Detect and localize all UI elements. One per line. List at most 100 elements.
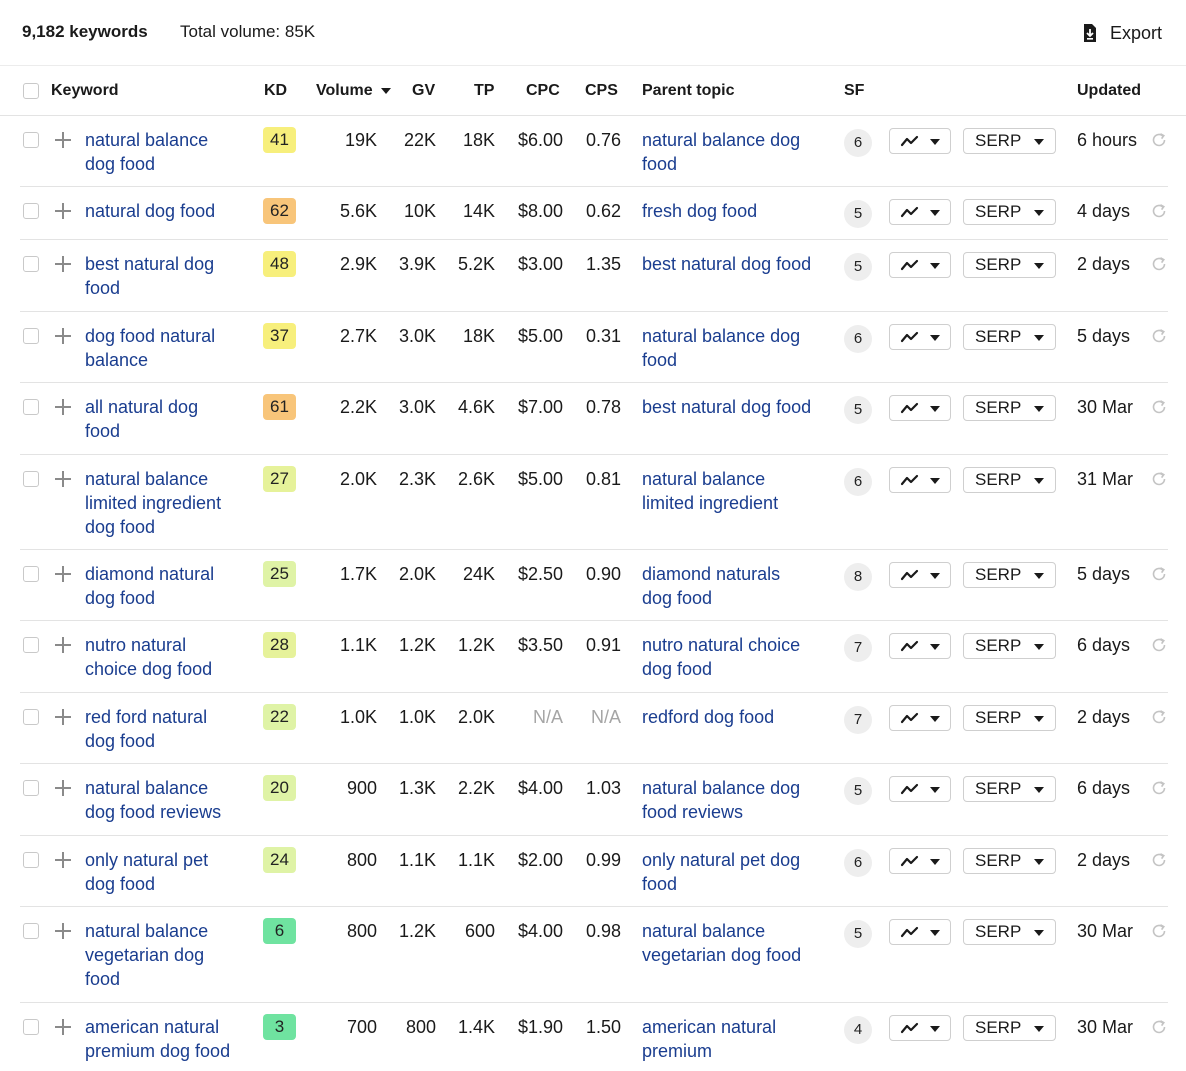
add-to-list-icon[interactable] <box>55 709 71 725</box>
serp-dropdown[interactable]: SERP <box>963 467 1056 493</box>
trend-chart-dropdown[interactable] <box>889 848 951 874</box>
trend-chart-dropdown[interactable] <box>889 395 951 421</box>
keyword-link[interactable]: natural dog food <box>85 199 255 223</box>
parent-topic-link[interactable]: best natural dog food <box>642 252 832 276</box>
refresh-icon[interactable] <box>1151 923 1167 939</box>
serp-dropdown[interactable]: SERP <box>963 1015 1056 1041</box>
add-to-list-icon[interactable] <box>55 566 71 582</box>
row-checkbox[interactable] <box>23 203 39 219</box>
header-updated[interactable]: Updated <box>1077 82 1141 100</box>
row-checkbox[interactable] <box>23 923 39 939</box>
keyword-link[interactable]: nutro natural choice dog food <box>85 633 255 681</box>
serp-features-count[interactable]: 6 <box>844 129 872 157</box>
serp-features-count[interactable]: 6 <box>844 849 872 877</box>
serp-features-count[interactable]: 5 <box>844 920 872 948</box>
header-volume[interactable]: Volume <box>316 82 392 100</box>
refresh-icon[interactable] <box>1151 328 1167 344</box>
row-checkbox[interactable] <box>23 256 39 272</box>
trend-chart-dropdown[interactable] <box>889 128 951 154</box>
add-to-list-icon[interactable] <box>55 399 71 415</box>
serp-dropdown[interactable]: SERP <box>963 395 1056 421</box>
parent-topic-link[interactable]: natural balance limited ingredient <box>642 467 832 515</box>
refresh-icon[interactable] <box>1151 256 1167 272</box>
keyword-link[interactable]: only natural pet dog food <box>85 848 255 896</box>
header-cpc[interactable]: CPC <box>526 82 560 100</box>
serp-dropdown[interactable]: SERP <box>963 919 1056 945</box>
row-checkbox[interactable] <box>23 471 39 487</box>
row-checkbox[interactable] <box>23 780 39 796</box>
serp-dropdown[interactable]: SERP <box>963 324 1056 350</box>
add-to-list-icon[interactable] <box>55 132 71 148</box>
header-keyword[interactable]: Keyword <box>51 82 119 100</box>
trend-chart-dropdown[interactable] <box>889 1015 951 1041</box>
parent-topic-link[interactable]: natural balance dog food <box>642 324 832 372</box>
serp-dropdown[interactable]: SERP <box>963 848 1056 874</box>
header-tp[interactable]: TP <box>474 82 494 100</box>
serp-features-count[interactable]: 5 <box>844 200 872 228</box>
serp-dropdown[interactable]: SERP <box>963 705 1056 731</box>
header-parent-topic[interactable]: Parent topic <box>642 82 734 100</box>
add-to-list-icon[interactable] <box>55 203 71 219</box>
row-checkbox[interactable] <box>23 566 39 582</box>
refresh-icon[interactable] <box>1151 471 1167 487</box>
serp-features-count[interactable]: 6 <box>844 468 872 496</box>
add-to-list-icon[interactable] <box>55 923 71 939</box>
serp-dropdown[interactable]: SERP <box>963 128 1056 154</box>
serp-features-count[interactable]: 6 <box>844 325 872 353</box>
parent-topic-link[interactable]: redford dog food <box>642 705 832 729</box>
parent-topic-link[interactable]: nutro natural choice dog food <box>642 633 832 681</box>
keyword-link[interactable]: american natural premium dog food <box>85 1015 255 1063</box>
parent-topic-link[interactable]: best natural dog food <box>642 395 832 419</box>
add-to-list-icon[interactable] <box>55 852 71 868</box>
trend-chart-dropdown[interactable] <box>889 776 951 802</box>
keyword-link[interactable]: natural balance dog food reviews <box>85 776 255 824</box>
row-checkbox[interactable] <box>23 399 39 415</box>
refresh-icon[interactable] <box>1151 399 1167 415</box>
serp-dropdown[interactable]: SERP <box>963 633 1056 659</box>
row-checkbox[interactable] <box>23 709 39 725</box>
keyword-link[interactable]: best natural dog food <box>85 252 255 300</box>
parent-topic-link[interactable]: natural balance dog food reviews <box>642 776 832 824</box>
serp-features-count[interactable]: 5 <box>844 777 872 805</box>
row-checkbox[interactable] <box>23 328 39 344</box>
add-to-list-icon[interactable] <box>55 256 71 272</box>
trend-chart-dropdown[interactable] <box>889 324 951 350</box>
trend-chart-dropdown[interactable] <box>889 562 951 588</box>
serp-features-count[interactable]: 7 <box>844 706 872 734</box>
add-to-list-icon[interactable] <box>55 1019 71 1035</box>
add-to-list-icon[interactable] <box>55 328 71 344</box>
keyword-link[interactable]: natural balance dog food <box>85 128 255 176</box>
parent-topic-link[interactable]: fresh dog food <box>642 199 832 223</box>
refresh-icon[interactable] <box>1151 637 1167 653</box>
trend-chart-dropdown[interactable] <box>889 705 951 731</box>
refresh-icon[interactable] <box>1151 1019 1167 1035</box>
keyword-link[interactable]: dog food natural balance <box>85 324 255 372</box>
row-checkbox[interactable] <box>23 637 39 653</box>
trend-chart-dropdown[interactable] <box>889 199 951 225</box>
keyword-link[interactable]: natural balance limited ingredient dog foo… <box>85 467 255 539</box>
serp-dropdown[interactable]: SERP <box>963 199 1056 225</box>
keyword-link[interactable]: natural balance vegetarian dog food <box>85 919 255 991</box>
parent-topic-link[interactable]: natural balance vegetarian dog food <box>642 919 832 967</box>
row-checkbox[interactable] <box>23 132 39 148</box>
header-gv[interactable]: GV <box>412 82 435 100</box>
keyword-link[interactable]: red ford natural dog food <box>85 705 255 753</box>
add-to-list-icon[interactable] <box>55 637 71 653</box>
refresh-icon[interactable] <box>1151 852 1167 868</box>
header-sf[interactable]: SF <box>844 82 864 100</box>
serp-features-count[interactable]: 5 <box>844 253 872 281</box>
header-kd[interactable]: KD <box>264 82 287 100</box>
serp-dropdown[interactable]: SERP <box>963 252 1056 278</box>
parent-topic-link[interactable]: natural balance dog food <box>642 128 832 176</box>
refresh-icon[interactable] <box>1151 566 1167 582</box>
keyword-link[interactable]: all natural dog food <box>85 395 255 443</box>
refresh-icon[interactable] <box>1151 709 1167 725</box>
add-to-list-icon[interactable] <box>55 471 71 487</box>
refresh-icon[interactable] <box>1151 780 1167 796</box>
parent-topic-link[interactable]: american natural premium <box>642 1015 832 1063</box>
refresh-icon[interactable] <box>1151 203 1167 219</box>
add-to-list-icon[interactable] <box>55 780 71 796</box>
serp-dropdown[interactable]: SERP <box>963 776 1056 802</box>
refresh-icon[interactable] <box>1151 132 1167 148</box>
row-checkbox[interactable] <box>23 852 39 868</box>
